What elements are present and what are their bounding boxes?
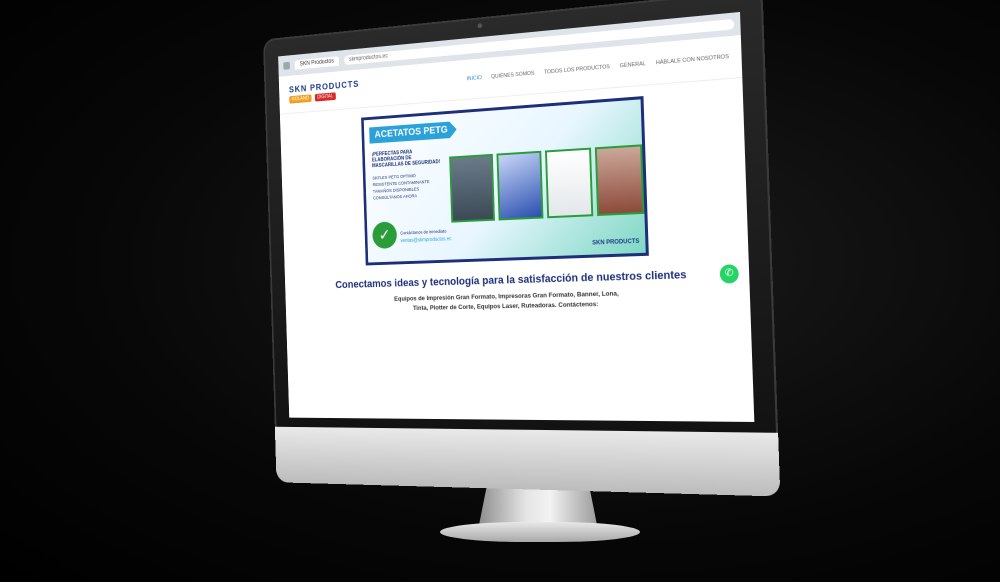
scene: SKN Productos skmproductos.ec SKN PRODUC… xyxy=(0,0,1000,582)
banner-bullets: SKFLEX PETG OPTIMO RESISTENTE CONTAMINAN… xyxy=(372,171,443,202)
product-photo xyxy=(594,144,645,217)
browser-icon xyxy=(283,61,290,70)
partner-logo: ROLAND xyxy=(289,94,312,104)
banner-email-link[interactable]: ventas@skmproductos.ec xyxy=(400,236,451,244)
partner-logo: DIGITAL xyxy=(314,92,336,102)
banner-brand: SKN PRODUCTS xyxy=(592,238,640,247)
product-photo xyxy=(449,153,495,223)
whatsapp-icon[interactable]: ✆ xyxy=(719,264,739,284)
banner-contact-label: Contáctanos de inmediato xyxy=(400,228,447,236)
page-description: Equipos de Impresión Gran Formato, Impre… xyxy=(394,290,619,312)
screen: SKN Productos skmproductos.ec SKN PRODUC… xyxy=(278,11,755,422)
monitor-chin xyxy=(274,426,781,497)
main-nav: INICIO QUIÉNES SOMOS TODOS LOS PRODUCTOS… xyxy=(467,54,730,82)
promo-banner[interactable]: ACETATOS PETG ¡PERFECTAS PARA ELABORACIÓ… xyxy=(361,96,649,266)
nav-contacto[interactable]: HÁBLALE CON NOSOTROS xyxy=(656,54,729,66)
logo[interactable]: SKN PRODUCTS ROLAND DIGITAL xyxy=(289,79,360,104)
nav-quienes-somos[interactable]: QUIÉNES SOMOS xyxy=(491,71,535,81)
camera-icon xyxy=(477,23,483,29)
monitor: SKN Productos skmproductos.ec SKN PRODUC… xyxy=(262,0,781,497)
banner-title: ACETATOS PETG xyxy=(369,121,457,144)
product-photo xyxy=(545,147,594,219)
product-photo xyxy=(496,150,544,221)
monitor-stand-base xyxy=(440,522,640,542)
checkmark-icon: ✓ xyxy=(372,221,398,250)
product-photos xyxy=(449,144,645,223)
nav-general[interactable]: GENERAL xyxy=(620,61,646,69)
browser-tab[interactable]: SKN Productos xyxy=(294,56,340,70)
page-headline: Conectamos ideas y tecnología para la sa… xyxy=(335,268,687,291)
nav-inicio[interactable]: INICIO xyxy=(467,75,482,82)
nav-productos[interactable]: TODOS LOS PRODUCTOS xyxy=(544,64,610,76)
banner-subtitle: ¡PERFECTAS PARA ELABORACIÓN DE MASCARILL… xyxy=(371,149,441,170)
